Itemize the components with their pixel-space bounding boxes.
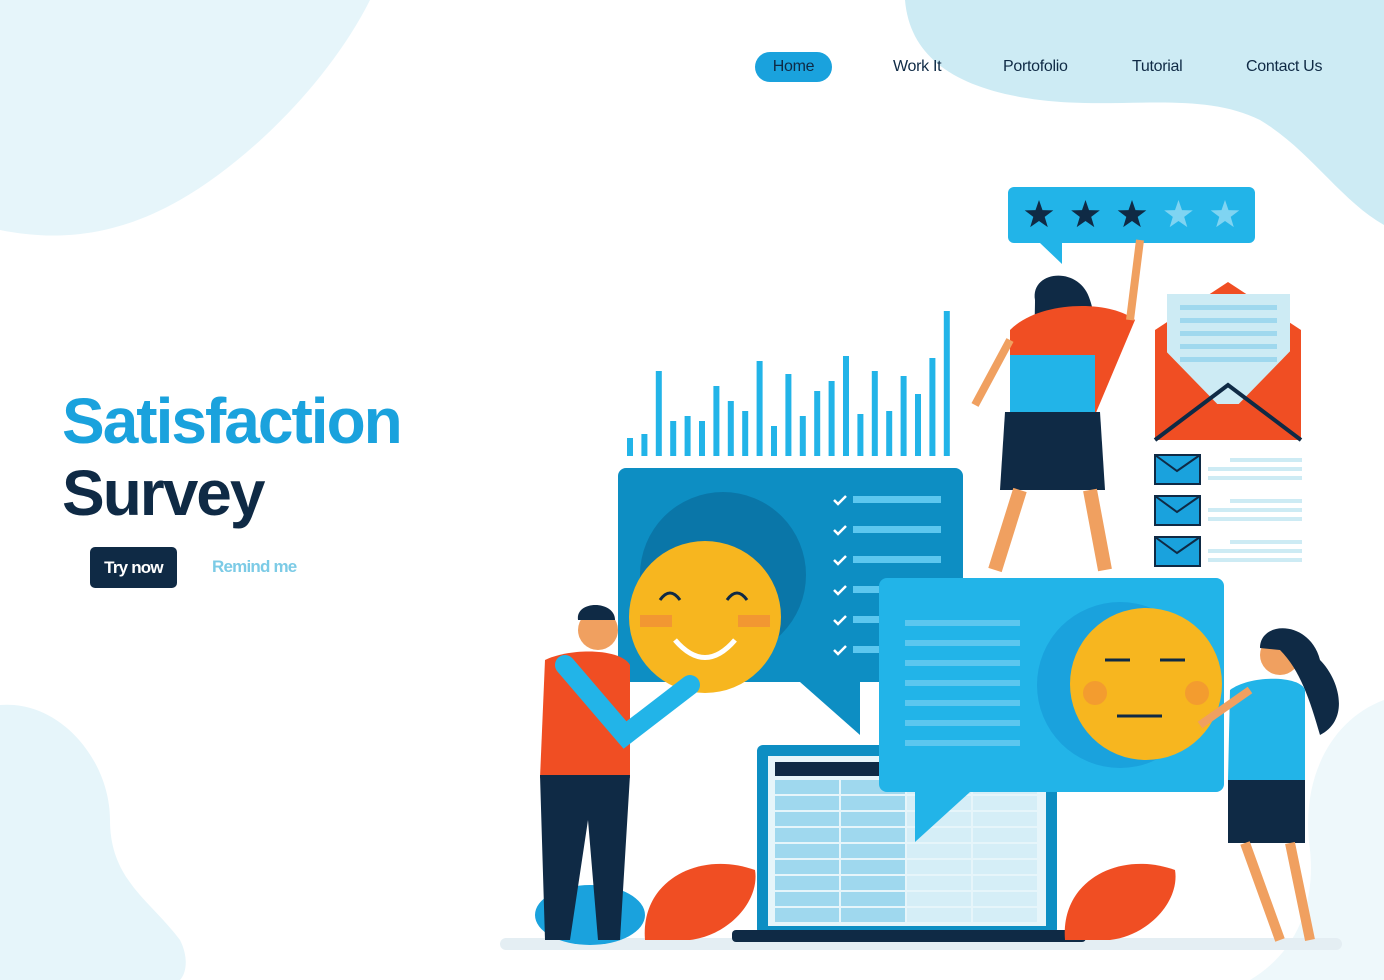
spreadsheet-cell [841,828,905,842]
neutral-emoji-icon [1070,608,1222,760]
spreadsheet-cell [907,876,971,890]
spreadsheet-cell [775,812,839,826]
graph-bar [843,356,849,456]
spreadsheet-cell [841,892,905,906]
graph-bar [627,438,633,456]
spreadsheet-cell [775,892,839,906]
spreadsheet-cell [775,876,839,890]
checklist-line [853,526,941,533]
spreadsheet-cell [841,796,905,810]
spreadsheet-cell [907,860,971,874]
graph-bar [799,416,806,456]
graph-bar [713,386,720,456]
spreadsheet-cell [973,844,1037,858]
graph-bar [771,426,777,456]
graph-bar [742,411,749,456]
spreadsheet-cell [907,892,971,906]
spreadsheet-cell [841,860,905,874]
graph-bar [655,371,662,456]
mail-line [1208,467,1302,471]
decorative-bar-graph [627,311,950,456]
spreadsheet-cell [775,828,839,842]
mail-line [1230,540,1302,544]
graph-bar [886,411,893,456]
graph-bar [756,361,763,456]
graph-bar [814,391,821,456]
graph-bar [684,416,691,456]
rating-bubble [1008,187,1255,264]
graph-bar [828,381,835,456]
spreadsheet-cell [775,796,839,810]
mail-line [1208,508,1302,512]
mail-list [1154,454,1302,567]
survey-illustration [500,187,1342,950]
graph-bar [785,374,792,456]
graph-bar [900,376,907,456]
spreadsheet-cell [973,892,1037,906]
spreadsheet-cell [907,908,971,922]
mail-line [1208,476,1302,480]
spreadsheet-cell [775,780,839,794]
graph-bar [641,434,648,456]
mail-line [1208,558,1302,562]
checklist-line [853,496,941,503]
mail-line [1230,458,1302,462]
happy-emoji-icon [629,541,781,693]
spreadsheet-cell [775,860,839,874]
mail-line [1208,549,1302,553]
spreadsheet-cell [841,812,905,826]
spreadsheet-cell [841,844,905,858]
graph-bar [727,401,734,456]
spreadsheet-cell [775,844,839,858]
spreadsheet-cell [841,908,905,922]
spreadsheet-cell [907,844,971,858]
person-woman-rating [971,239,1144,573]
checklist-line [853,556,941,563]
spreadsheet-cell [973,876,1037,890]
graph-bar [699,421,705,456]
mail-line [1208,517,1302,521]
graph-bar [929,358,936,456]
spreadsheet-cell [973,812,1037,826]
envelope-icon [1153,282,1303,442]
graph-bar [915,394,921,456]
spreadsheet-cell [973,828,1037,842]
graph-bar [857,414,864,456]
graph-bar [871,371,878,456]
mail-line [1230,499,1302,503]
spreadsheet-cell [973,796,1037,810]
spreadsheet-cell [973,860,1037,874]
spreadsheet-cell [775,908,839,922]
spreadsheet-cell [973,908,1037,922]
graph-bar [943,311,950,456]
spreadsheet-cell [841,876,905,890]
graph-bar [670,421,677,456]
